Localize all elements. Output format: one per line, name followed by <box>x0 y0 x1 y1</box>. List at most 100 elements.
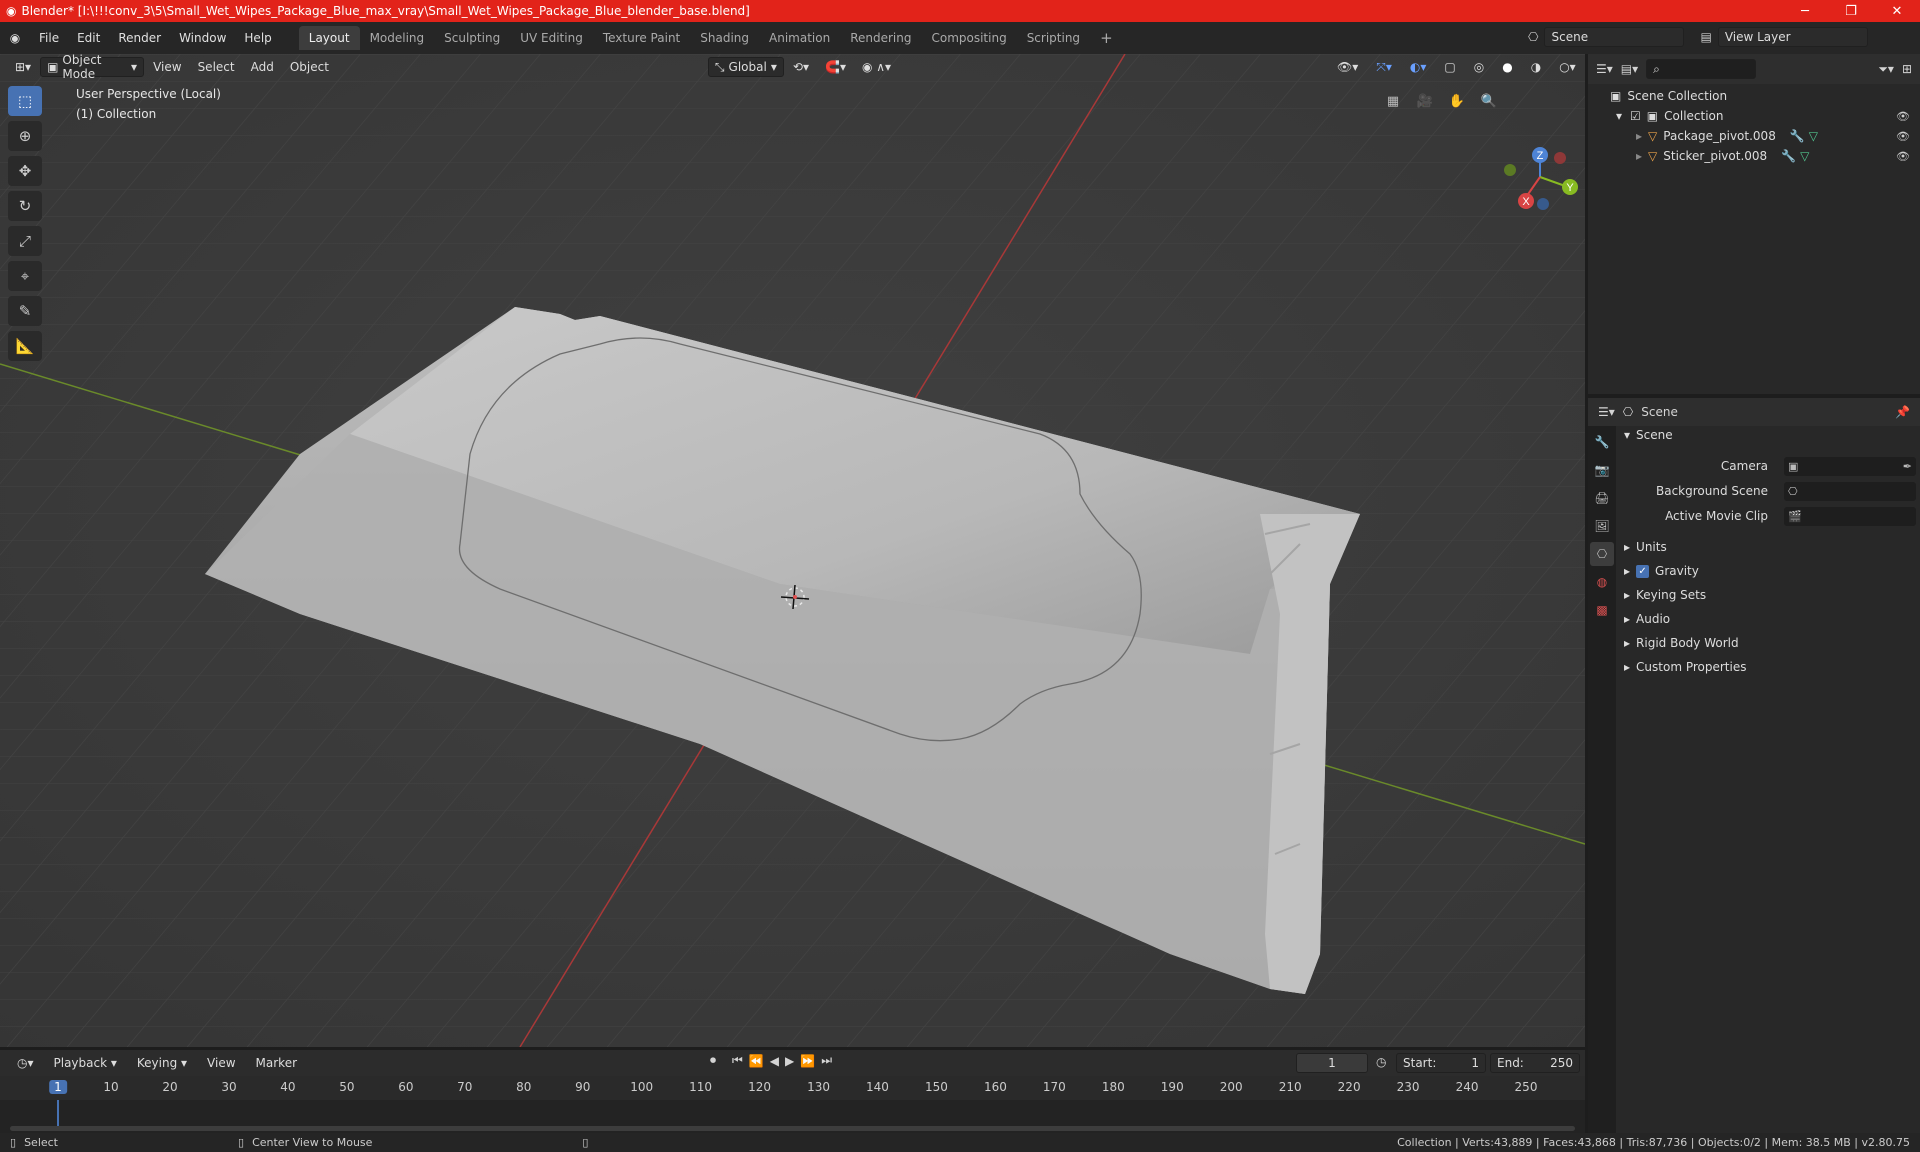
scene-icon[interactable]: ⎔ <box>1528 30 1538 44</box>
menu-window[interactable]: Window <box>170 27 235 49</box>
overlay-icon[interactable]: ◐▾ <box>1403 57 1434 77</box>
play-icon[interactable]: ▶ <box>785 1054 794 1068</box>
eye-icon[interactable]: 👁 <box>1896 110 1910 123</box>
keying-sets-panel[interactable]: ▸ Keying Sets <box>1624 588 1706 602</box>
menu-file[interactable]: File <box>30 27 68 49</box>
add-workspace-icon[interactable]: + <box>1090 26 1123 50</box>
tab-compositing[interactable]: Compositing <box>921 26 1016 50</box>
maximize-button[interactable]: ❐ <box>1828 0 1874 22</box>
menu-select[interactable]: Select <box>191 57 242 77</box>
visibility-icon[interactable]: 👁▾ <box>1330 57 1365 77</box>
minimize-button[interactable]: ─ <box>1782 0 1828 22</box>
world-tab-icon[interactable]: ◍ <box>1590 570 1614 594</box>
jump-end-icon[interactable]: ⏭ <box>821 1053 832 1068</box>
view-layer-selector[interactable]: View Layer <box>1717 27 1868 47</box>
next-keyframe-icon[interactable]: ⏩ <box>800 1054 815 1068</box>
tab-texture-paint[interactable]: Texture Paint <box>593 26 690 50</box>
custom-properties-panel[interactable]: ▸ Custom Properties <box>1624 660 1746 674</box>
texture-tab-icon[interactable]: ▩ <box>1590 598 1614 622</box>
checkbox-icon[interactable]: ☑ <box>1630 109 1641 123</box>
timeline-track-area[interactable] <box>0 1100 1585 1133</box>
solid-shading-icon[interactable]: ● <box>1495 57 1519 77</box>
scene-selector[interactable]: Scene <box>1544 27 1685 47</box>
annotate-icon[interactable]: ✎ <box>8 296 42 326</box>
tab-rendering[interactable]: Rendering <box>840 26 921 50</box>
outliner-scene-collection[interactable]: ▣ Scene Collection <box>1588 86 1920 106</box>
tab-layout[interactable]: Layout <box>298 26 360 50</box>
outliner-item[interactable]: ▸ ▽ Package_pivot.008 🔧 ▽ 👁 <box>1588 126 1920 146</box>
eyedropper-icon[interactable]: ✒ <box>1903 460 1912 473</box>
cursor-icon[interactable]: ⊕ <box>8 121 42 151</box>
editor-type-icon[interactable]: ⊞▾ <box>8 57 38 77</box>
outliner-search-input[interactable]: ⌕ <box>1646 59 1757 79</box>
material-shading-icon[interactable]: ◑ <box>1524 57 1548 77</box>
measure-icon[interactable]: 📐 <box>8 331 42 361</box>
playhead[interactable] <box>57 1100 59 1126</box>
timeline-scrollbar[interactable] <box>10 1126 1575 1131</box>
move-icon[interactable]: ✥ <box>8 156 42 186</box>
jump-start-icon[interactable]: ⏮ <box>732 1053 743 1068</box>
gizmo-toggle-icon[interactable]: ⤧▾ <box>1369 57 1399 77</box>
tab-scripting[interactable]: Scripting <box>1017 26 1090 50</box>
snap-icon[interactable]: 🧲▾ <box>818 57 853 77</box>
display-mode-icon[interactable]: ▤▾ <box>1621 62 1638 76</box>
view-layer-icon[interactable]: ▤ <box>1700 30 1711 44</box>
orientation-selector[interactable]: ⤡ Global ▾ <box>707 57 784 77</box>
scene-tab-icon[interactable]: ⎔ <box>1590 542 1614 566</box>
wireframe-shading-icon[interactable]: ◎ <box>1467 57 1491 77</box>
gravity-checkbox[interactable]: ✓ <box>1636 564 1650 578</box>
expand-arrow-icon[interactable]: ▾ <box>1616 109 1622 123</box>
scene-panel-header[interactable]: ▾ Scene <box>1624 428 1673 442</box>
movie-clip-field[interactable]: 🎬 <box>1784 506 1916 526</box>
play-reverse-icon[interactable]: ◀ <box>770 1054 779 1068</box>
eye-icon[interactable]: 👁 <box>1896 150 1910 163</box>
menu-object[interactable]: Object <box>283 57 336 77</box>
audio-panel[interactable]: ▸ Audio <box>1624 612 1670 626</box>
background-scene-field[interactable]: ⎔ <box>1784 481 1916 501</box>
outliner-editor-icon[interactable]: ☰▾ <box>1596 62 1613 76</box>
filter-icon[interactable]: ⏷▾ <box>1878 62 1894 77</box>
output-tab-icon[interactable]: 🖨 <box>1590 486 1614 510</box>
menu-marker[interactable]: Marker <box>249 1053 304 1073</box>
end-frame-field[interactable]: End: 250 <box>1490 1053 1580 1073</box>
blender-menu-icon[interactable]: ◉ <box>0 31 30 45</box>
menu-keying[interactable]: Keying ▾ <box>130 1053 194 1073</box>
units-panel[interactable]: ▸ Units <box>1624 540 1667 554</box>
pin-icon[interactable]: 📌 <box>1895 405 1910 419</box>
camera-view-icon[interactable]: 🎥 <box>1412 88 1438 114</box>
pan-hand-icon[interactable]: ✋ <box>1444 88 1470 114</box>
rotate-icon[interactable]: ↻ <box>8 191 42 221</box>
tab-shading[interactable]: Shading <box>690 26 759 50</box>
tab-modeling[interactable]: Modeling <box>360 26 435 50</box>
current-frame-field[interactable]: 1 <box>1296 1053 1368 1073</box>
timeline-editor-icon[interactable]: ◷▾ <box>10 1053 41 1073</box>
tab-uv-editing[interactable]: UV Editing <box>510 26 593 50</box>
menu-help[interactable]: Help <box>235 27 280 49</box>
rigid-body-world-panel[interactable]: ▸ Rigid Body World <box>1624 636 1739 650</box>
view-layer-tab-icon[interactable]: 🖼 <box>1590 514 1614 538</box>
transform-icon[interactable]: ⌖ <box>8 261 42 291</box>
scale-icon[interactable]: ⤢ <box>8 226 42 256</box>
new-collection-icon[interactable]: ⊞ <box>1902 62 1912 76</box>
eye-icon[interactable]: 👁 <box>1896 130 1910 143</box>
menu-view[interactable]: View <box>146 57 188 77</box>
record-icon[interactable]: ⏺ <box>710 1053 716 1068</box>
frame-ruler[interactable]: 1 10 20 30 40 50 60 70 80 90 100 110 120 130 140 150 160… <box>0 1076 1585 1100</box>
start-frame-field[interactable]: Start: 1 <box>1396 1053 1486 1073</box>
tab-animation[interactable]: Animation <box>759 26 840 50</box>
gravity-panel[interactable]: ▸ ✓ Gravity <box>1624 564 1699 578</box>
outliner-item[interactable]: ▸ ▽ Sticker_pivot.008 🔧 ▽ 👁 <box>1588 146 1920 166</box>
outliner-collection[interactable]: ▾ ☑ ▣ Collection 👁 <box>1588 106 1920 126</box>
tab-sculpting[interactable]: Sculpting <box>434 26 510 50</box>
menu-edit[interactable]: Edit <box>68 27 109 49</box>
menu-playback[interactable]: Playback ▾ <box>47 1053 124 1073</box>
proportional-edit-icon[interactable]: ◉ ∧▾ <box>855 57 898 77</box>
grid-view-icon[interactable]: ▦ <box>1380 88 1406 114</box>
menu-add[interactable]: Add <box>244 57 281 77</box>
pivot-icon[interactable]: ⟲▾ <box>786 57 816 77</box>
properties-editor-icon[interactable]: ☰▾ <box>1598 405 1615 419</box>
clock-icon[interactable]: ◷ <box>1376 1055 1386 1069</box>
mode-selector[interactable]: ▣ Object Mode ▾ <box>40 53 145 81</box>
menu-timeline-view[interactable]: View <box>200 1053 242 1073</box>
menu-render[interactable]: Render <box>109 27 170 49</box>
